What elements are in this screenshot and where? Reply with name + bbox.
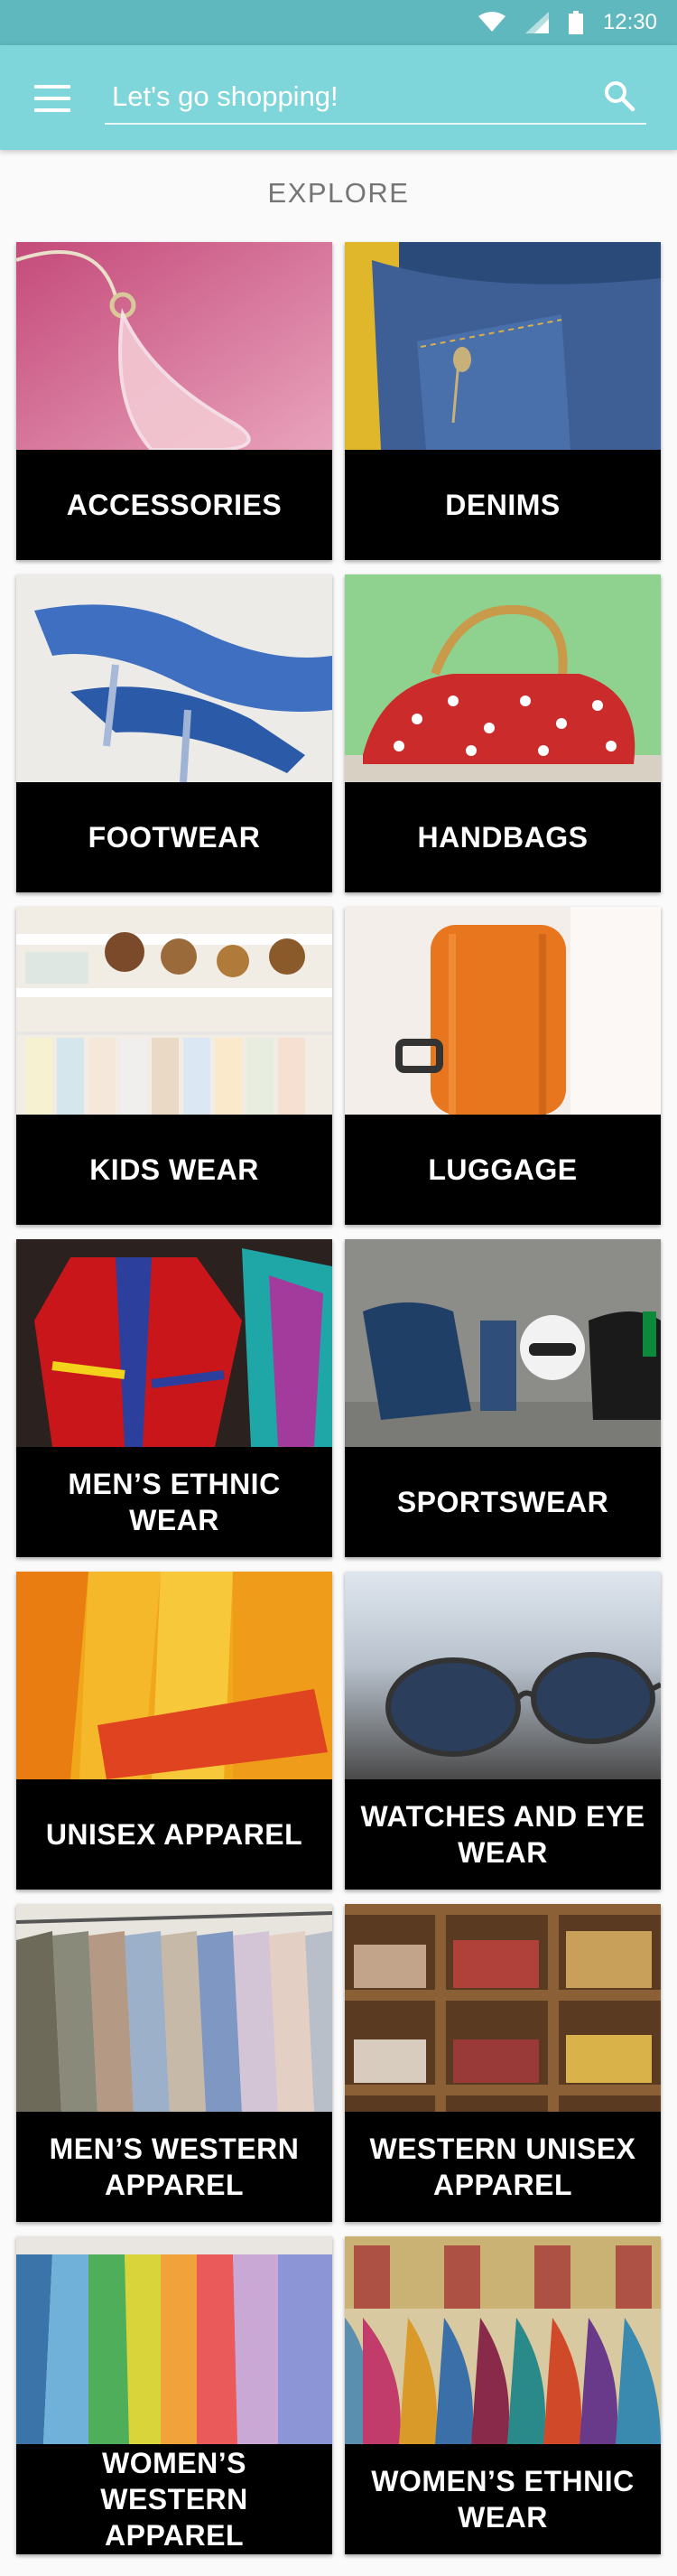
- category-label: SPORTSWEAR: [396, 1486, 609, 1518]
- category-label: KIDS WEAR: [89, 1153, 259, 1186]
- category-card-mens-western-apparel[interactable]: MEN’S WESTERN APPAREL: [16, 1904, 332, 2222]
- status-time: 12:30: [602, 10, 657, 34]
- category-label: MEN’S ETHNIC WEAR: [68, 1468, 281, 1536]
- category-label-bar: LUGGAGE: [345, 1115, 661, 1225]
- category-label-bar: WOMEN’S WESTERN APPAREL: [16, 2444, 332, 2554]
- category-label-bar: DENIMS: [345, 450, 661, 560]
- status-bar: 12:30: [0, 0, 677, 45]
- category-label: LUGGAGE: [428, 1153, 578, 1186]
- category-label-bar: MEN’S WESTERN APPAREL: [16, 2112, 332, 2222]
- category-image: [16, 907, 332, 1115]
- cell-signal-icon: [524, 12, 549, 33]
- category-card-denims[interactable]: DENIMS: [345, 242, 661, 560]
- category-image: [345, 242, 661, 450]
- category-card-womens-western-apparel[interactable]: WOMEN’S WESTERN APPAREL: [16, 2236, 332, 2554]
- category-image: [345, 2236, 661, 2444]
- category-image: [345, 1572, 661, 1779]
- category-label: WOMEN’S ETHNIC WEAR: [371, 2465, 635, 2534]
- battery-icon: [568, 11, 583, 34]
- category-label-bar: UNISEX APPAREL: [16, 1779, 332, 1890]
- search-icon: [603, 79, 635, 117]
- category-image: [16, 242, 332, 450]
- category-label-bar: MEN’S ETHNIC WEAR: [16, 1447, 332, 1557]
- wifi-icon: [478, 12, 505, 33]
- category-image: [345, 574, 661, 782]
- category-label: WESTERN UNISEX APPAREL: [369, 2133, 636, 2201]
- category-image: [16, 574, 332, 782]
- category-label-bar: WOMEN’S ETHNIC WEAR: [345, 2444, 661, 2554]
- category-label: HANDBAGS: [417, 821, 589, 854]
- category-label: WATCHES AND EYE WEAR: [360, 1800, 645, 1869]
- category-label: MEN’S WESTERN APPAREL: [49, 2133, 300, 2201]
- category-grid: ACCESSORIES DENIMS FOOTWEAR HANDBAGS KID…: [16, 242, 661, 2554]
- category-card-western-unisex-apparel[interactable]: WESTERN UNISEX APPAREL: [345, 1904, 661, 2222]
- category-label-bar: WESTERN UNISEX APPAREL: [345, 2112, 661, 2222]
- category-label-bar: FOOTWEAR: [16, 782, 332, 892]
- category-card-footwear[interactable]: FOOTWEAR: [16, 574, 332, 892]
- category-label-bar: KIDS WEAR: [16, 1115, 332, 1225]
- category-image: [345, 907, 661, 1115]
- category-image: [345, 1904, 661, 2112]
- category-image: [16, 2236, 332, 2444]
- search-input[interactable]: [105, 70, 646, 125]
- category-label-bar: HANDBAGS: [345, 782, 661, 892]
- category-card-sportswear[interactable]: SPORTSWEAR: [345, 1239, 661, 1557]
- section-title: EXPLORE: [267, 177, 410, 209]
- category-card-kids-wear[interactable]: KIDS WEAR: [16, 907, 332, 1225]
- category-label-bar: SPORTSWEAR: [345, 1447, 661, 1557]
- category-image: [16, 1572, 332, 1779]
- search-bar: [105, 70, 646, 125]
- menu-button[interactable]: [34, 85, 70, 112]
- category-image: [16, 1239, 332, 1447]
- category-card-unisex-apparel[interactable]: UNISEX APPAREL: [16, 1572, 332, 1890]
- category-card-handbags[interactable]: HANDBAGS: [345, 574, 661, 892]
- app-bar: [0, 45, 677, 150]
- category-label: DENIMS: [445, 489, 561, 521]
- search-button[interactable]: [592, 70, 646, 125]
- category-card-accessories[interactable]: ACCESSORIES: [16, 242, 332, 560]
- category-label-bar: ACCESSORIES: [16, 450, 332, 560]
- category-card-mens-ethnic-wear[interactable]: MEN’S ETHNIC WEAR: [16, 1239, 332, 1557]
- category-card-watches-eye-wear[interactable]: WATCHES AND EYE WEAR: [345, 1572, 661, 1890]
- category-label-bar: WATCHES AND EYE WEAR: [345, 1779, 661, 1890]
- category-label: FOOTWEAR: [88, 821, 261, 854]
- category-image: [16, 1904, 332, 2112]
- category-label: WOMEN’S WESTERN APPAREL: [100, 2447, 248, 2552]
- category-label: UNISEX APPAREL: [45, 1818, 303, 1851]
- category-card-womens-ethnic-wear[interactable]: WOMEN’S ETHNIC WEAR: [345, 2236, 661, 2554]
- category-card-luggage[interactable]: LUGGAGE: [345, 907, 661, 1225]
- category-image: [345, 1239, 661, 1447]
- category-label: ACCESSORIES: [66, 489, 283, 521]
